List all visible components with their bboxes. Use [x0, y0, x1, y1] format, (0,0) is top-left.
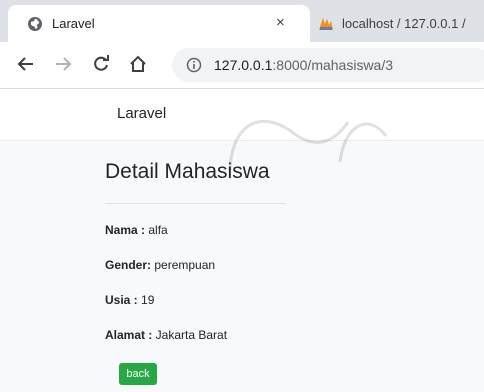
field-value: alfa — [145, 223, 168, 237]
browser-toolbar: 127.0.0.1:8000/mahasiswa/3 — [0, 42, 484, 89]
browser-tabstrip: Laravel × localhost / 127.0.0.1 / — [0, 0, 484, 42]
field-label: Nama : — [105, 223, 146, 237]
address-bar[interactable]: 127.0.0.1:8000/mahasiswa/3 — [172, 48, 484, 82]
tab-laravel[interactable]: Laravel × — [8, 5, 310, 42]
field-gender: Gender: perempuan — [105, 258, 215, 272]
back-arrow-icon[interactable] — [16, 54, 36, 74]
tab-title: localhost / 127.0.0.1 / — [342, 16, 466, 31]
reload-icon[interactable] — [91, 54, 111, 74]
field-value: Jakarta Barat — [152, 328, 228, 342]
tab-title: Laravel — [52, 16, 95, 31]
url-text: 127.0.0.1:8000/mahasiswa/3 — [214, 57, 393, 73]
field-label: Alamat : — [105, 328, 153, 342]
field-label: Gender: — [105, 258, 152, 272]
field-value: 19 — [137, 293, 155, 307]
divider — [105, 203, 286, 204]
navbar-brand[interactable]: Laravel — [117, 105, 166, 122]
home-icon[interactable] — [128, 54, 148, 74]
url-host: 127.0.0.1 — [214, 57, 273, 73]
watermark-graphic — [228, 120, 388, 171]
field-label: Usia : — [105, 293, 138, 307]
field-usia: Usia : 19 — [105, 293, 154, 307]
field-alamat: Alamat : Jakarta Barat — [105, 328, 227, 342]
globe-icon — [28, 17, 42, 31]
info-icon[interactable] — [186, 57, 202, 73]
forward-arrow-icon[interactable] — [53, 54, 73, 74]
field-nama: Nama : alfa — [105, 223, 168, 237]
back-button[interactable]: back — [119, 363, 157, 385]
tab-close-icon[interactable]: × — [276, 13, 285, 33]
url-path: :8000/mahasiswa/3 — [272, 57, 394, 73]
phpmyadmin-icon — [319, 18, 333, 30]
tab-phpmyadmin[interactable]: localhost / 127.0.0.1 / — [318, 5, 484, 42]
field-value: perempuan — [151, 258, 216, 272]
